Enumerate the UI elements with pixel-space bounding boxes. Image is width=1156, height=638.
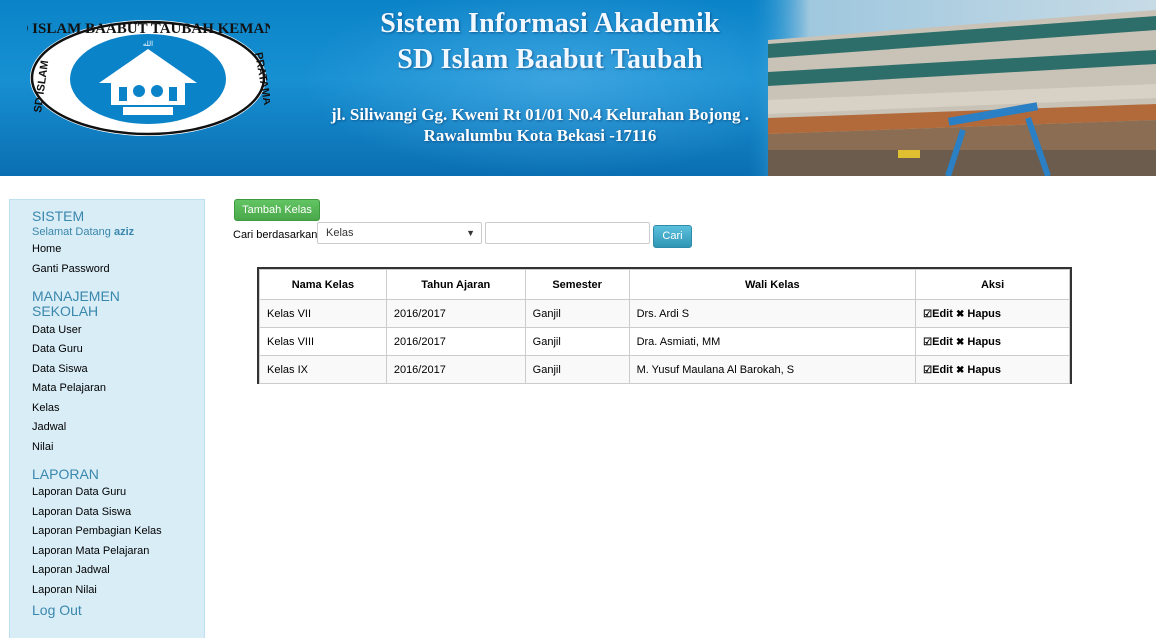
svg-text:SD ISLAM BAABUT TAUBAH KEMANG: SD ISLAM BAABUT TAUBAH KEMANG [27,21,270,37]
delete-label: Hapus [967,363,1002,376]
cell-nama-kelas: Kelas VIII [259,327,387,356]
sidebar-item-home[interactable]: Home [32,243,61,255]
sidebar-item-ganti-password[interactable]: Ganti Password [32,263,110,275]
column-header-tahun-ajaran: Tahun Ajaran [385,269,526,300]
sidebar-heading-laporan: LAPORAN [32,466,99,482]
cell-tahun-ajaran: 2016/2017 [385,355,526,384]
cell-aksi: ☑Edit ✖ Hapus [915,355,1070,384]
cell-aksi: ☑Edit ✖ Hapus [915,299,1070,328]
table-row: Kelas IX 2016/2017 Ganjil M. Yusuf Maula… [259,355,1070,384]
delete-label: Hapus [967,307,1002,320]
svg-text:الله: الله [143,40,153,48]
sidebar-item-laporan-nilai[interactable]: Laporan Nilai [32,584,97,596]
table-row: Kelas VIII 2016/2017 Ganjil Dra. Asmiati… [259,327,1070,356]
search-input[interactable] [485,222,650,244]
cell-wali-kelas: Dra. Asmiati, MM [628,327,917,356]
edit-link[interactable]: ☑Edit [923,364,953,376]
sidebar-item-data-guru[interactable]: Data Guru [32,343,83,355]
header-address-line2: Rawalumbu Kota Bekasi -17116 [423,126,657,145]
cell-tahun-ajaran: 2016/2017 [385,327,526,356]
class-table: Nama Kelas Tahun Ajaran Semester Wali Ke… [257,267,1072,384]
sidebar-heading-sistem: SISTEM [32,208,85,224]
remove-icon: ✖ [955,308,965,320]
dropdown-arrow-icon: ▼ [466,228,475,238]
sidebar: SISTEM Selamat Datang aziz Home Ganti Pa… [9,199,205,638]
header-title-line1: Sistem Informasi Akademik [380,8,720,39]
table-header-row: Nama Kelas Tahun Ajaran Semester Wali Ke… [259,269,1070,300]
cell-aksi: ☑Edit ✖ Hapus [915,327,1070,356]
edit-label: Edit [932,363,953,376]
sidebar-item-nilai[interactable]: Nilai [32,441,53,453]
edit-icon: ☑ [923,308,933,320]
delete-label: Hapus [967,335,1002,348]
sidebar-heading-manajemen-line1: MANAJEMEN [32,288,120,304]
remove-icon: ✖ [955,364,965,376]
sidebar-item-data-user[interactable]: Data User [32,324,82,336]
header-address-line1: jl. Siliwangi Gg. Kweni Rt 01/01 N0.4 Ke… [331,105,749,124]
sidebar-heading-manajemen-line2: SEKOLAH [32,303,99,319]
sidebar-item-data-siswa[interactable]: Data Siswa [32,363,88,375]
site-header: SD ISLAM BAABUT TAUBAH KEMANG SD ISLAM P… [0,0,1156,176]
cell-semester: Ganjil [524,355,630,384]
edit-icon: ☑ [923,364,933,376]
sidebar-heading-manajemen: MANAJEMEN SEKOLAH [32,289,192,319]
edit-link[interactable]: ☑Edit [923,308,953,320]
search-field-select-value: Kelas [326,227,354,239]
sidebar-item-jadwal[interactable]: Jadwal [32,421,66,433]
cell-wali-kelas: M. Yusuf Maulana Al Barokah, S [628,355,917,384]
edit-icon: ☑ [923,336,933,348]
edit-label: Edit [932,335,953,348]
sidebar-item-mata-pelajaran[interactable]: Mata Pelajaran [32,382,106,394]
search-button[interactable]: Cari [653,225,692,248]
cell-wali-kelas: Drs. Ardi S [628,299,917,328]
cell-nama-kelas: Kelas VII [259,299,387,328]
delete-link[interactable]: ✖ Hapus [956,364,1001,376]
table-row: Kelas VII 2016/2017 Ganjil Drs. Ardi S ☑… [259,299,1070,328]
column-header-semester: Semester [524,269,630,300]
sidebar-item-laporan-data-guru[interactable]: Laporan Data Guru [32,486,126,498]
add-class-button[interactable]: Tambah Kelas [234,199,320,221]
cell-nama-kelas: Kelas IX [259,355,387,384]
school-building-image [748,0,1156,176]
edit-link[interactable]: ☑Edit [923,336,953,348]
sidebar-item-laporan-jadwal[interactable]: Laporan Jadwal [32,564,110,576]
sidebar-item-laporan-data-siswa[interactable]: Laporan Data Siswa [32,506,131,518]
column-header-wali-kelas: Wali Kelas [628,269,917,300]
column-header-aksi: Aksi [915,269,1070,300]
search-label: Cari berdasarkan [233,229,318,241]
welcome-username: aziz [113,226,135,238]
column-header-nama-kelas: Nama Kelas [259,269,387,300]
delete-link[interactable]: ✖ Hapus [956,308,1001,320]
logout-link[interactable]: Log Out [32,602,82,618]
welcome-prefix: Selamat Datang [32,226,111,238]
welcome-text: Selamat Datang aziz [32,226,134,238]
school-logo: SD ISLAM BAABUT TAUBAH KEMANG SD ISLAM P… [27,20,270,136]
edit-label: Edit [932,307,953,320]
cell-semester: Ganjil [524,299,630,328]
delete-link[interactable]: ✖ Hapus [956,336,1001,348]
sidebar-item-laporan-pembagian-kelas[interactable]: Laporan Pembagian Kelas [32,525,162,537]
header-title-line2: SD Islam Baabut Taubah [397,44,703,75]
cell-semester: Ganjil [524,327,630,356]
search-field-select[interactable]: Kelas ▼ [317,222,482,244]
cell-tahun-ajaran: 2016/2017 [385,299,526,328]
sidebar-item-laporan-mata-pelajaran[interactable]: Laporan Mata Pelajaran [32,545,149,557]
remove-icon: ✖ [955,336,965,348]
sidebar-item-kelas[interactable]: Kelas [32,402,60,414]
